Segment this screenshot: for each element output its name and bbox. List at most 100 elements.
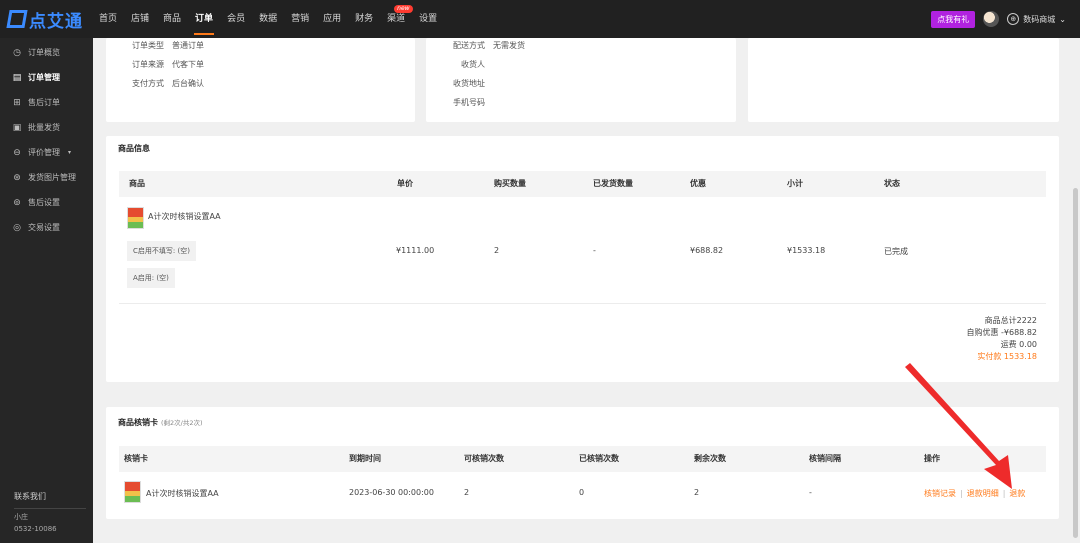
order-info-card-left: 订单类型 普通订单 订单来源 代客下单 支付方式 后台确认 bbox=[106, 38, 415, 122]
contact-title: 联系我们 bbox=[14, 486, 86, 509]
card-interval: - bbox=[809, 488, 812, 497]
nav-store[interactable]: 店铺 bbox=[124, 0, 156, 38]
product-name[interactable]: A计次时核销设置AA bbox=[148, 211, 221, 222]
sidebar-item-label: 评价管理 bbox=[28, 148, 60, 157]
goods-col-discount: 优惠 bbox=[690, 179, 706, 188]
nav-goods[interactable]: 商品 bbox=[156, 0, 188, 38]
card-col-available: 可核销次数 bbox=[464, 454, 504, 463]
card-name: A计次时核销设置AA bbox=[146, 489, 219, 498]
nav-marketing[interactable]: 营销 bbox=[284, 0, 316, 38]
sidebar-item-label: 交易设置 bbox=[28, 223, 60, 232]
order-source-value: 代客下单 bbox=[172, 60, 204, 69]
summary-freight: 运费 0.00 bbox=[1000, 340, 1037, 349]
sidebar-item-ship-images[interactable]: ⊛ 发货图片管理 bbox=[0, 165, 93, 190]
address-label: 收货地址 bbox=[453, 79, 485, 88]
sidebar-item-aftersale-settings[interactable]: ⊚ 售后设置 bbox=[0, 190, 93, 215]
avatar[interactable] bbox=[983, 11, 1000, 27]
goods-col-subtotal: 小计 bbox=[787, 179, 803, 188]
product-subtotal: ¥1533.18 bbox=[787, 246, 826, 255]
separator: | bbox=[960, 489, 963, 498]
refund-detail-link[interactable]: 退款明细 bbox=[967, 489, 999, 498]
card-col-remaining: 剩余次数 bbox=[694, 454, 726, 463]
goods-col-price: 单价 bbox=[397, 179, 413, 188]
nav-members[interactable]: 会员 bbox=[220, 0, 252, 38]
brand-name: 点艾通 bbox=[29, 11, 83, 32]
card-thumbnail bbox=[124, 481, 141, 503]
sidebar-item-batch-ship[interactable]: ▣ 批量发货 bbox=[0, 115, 93, 140]
verification-card: 商品核销卡 (剩2次/共2次) 核销卡 到期时间 可核销次数 已核销次数 剩余次数… bbox=[106, 407, 1059, 519]
box-icon: ▣ bbox=[12, 122, 22, 133]
card-expire: 2023-06-30 00:00:00 bbox=[349, 488, 434, 497]
order-type-value: 普通订单 bbox=[172, 41, 204, 50]
product-price: ¥1111.00 bbox=[396, 246, 435, 255]
delivery-method-value: 无需发货 bbox=[493, 41, 525, 50]
product-status: 已完成 bbox=[884, 247, 908, 256]
nav-orders[interactable]: 订单 bbox=[188, 0, 220, 38]
main-content: 订单类型 普通订单 订单来源 代客下单 支付方式 后台确认 配送方式 无需发货 收货人 … bbox=[93, 38, 1080, 543]
goods-table-header: 商品 单价 购买数量 已发货数量 优惠 小计 状态 bbox=[119, 171, 1046, 197]
content-scrollbar[interactable] bbox=[1073, 188, 1078, 538]
card-remaining: 2 bbox=[694, 488, 700, 497]
sidebar-item-order-overview[interactable]: ◷ 订单概览 bbox=[0, 40, 93, 65]
order-source-row: 订单来源 代客下单 bbox=[132, 59, 204, 70]
address-row: 收货地址 bbox=[453, 78, 493, 89]
card-col-used: 已核销次数 bbox=[579, 454, 619, 463]
order-source-label: 订单来源 bbox=[132, 60, 164, 69]
sidebar-item-trade-settings[interactable]: ◎ 交易设置 bbox=[0, 215, 93, 240]
goods-col-qty: 购买数量 bbox=[494, 179, 526, 188]
brand-logo[interactable]: 点艾通 bbox=[0, 0, 92, 38]
phone-row: 手机号码 bbox=[453, 97, 493, 108]
sidebar-item-order-manage[interactable]: ▤ 订单管理 bbox=[0, 65, 93, 90]
card-col-expire: 到期时间 bbox=[349, 454, 381, 463]
verify-records-link[interactable]: 核销记录 bbox=[924, 489, 956, 498]
sidebar-item-label: 售后设置 bbox=[28, 198, 60, 207]
verification-subtitle: (剩2次/共2次) bbox=[161, 419, 203, 427]
sidebar-item-label: 订单概览 bbox=[28, 48, 60, 57]
receiver-row: 收货人 bbox=[461, 59, 493, 70]
document-icon: ▤ bbox=[12, 72, 22, 83]
nav-channel[interactable]: 渠道 new bbox=[380, 0, 413, 38]
product-thumbnail bbox=[127, 207, 144, 229]
card-col-name: 核销卡 bbox=[124, 454, 148, 463]
summary-total: 商品总计2222 bbox=[984, 316, 1037, 325]
nav-data[interactable]: 数据 bbox=[252, 0, 284, 38]
goods-col-status: 状态 bbox=[884, 179, 900, 188]
contact-name: 小庄 bbox=[14, 513, 28, 521]
card-actions: 核销记录 | 退款明细 | 退款 bbox=[924, 488, 1025, 499]
sidebar-item-label: 发货图片管理 bbox=[28, 173, 76, 182]
nav-settings[interactable]: 设置 bbox=[412, 0, 444, 38]
settings-icon: ⊚ bbox=[13, 197, 21, 208]
image-icon: ⊛ bbox=[13, 172, 21, 183]
nav-home[interactable]: 首页 bbox=[92, 0, 124, 38]
chevron-down-icon: ⌄ bbox=[1059, 14, 1066, 24]
sidebar-item-reviews[interactable]: ⊖ 评价管理 ▾ bbox=[0, 140, 93, 165]
order-type-row: 订单类型 普通订单 bbox=[132, 40, 204, 51]
goods-divider bbox=[119, 303, 1046, 304]
verification-table-header: 核销卡 到期时间 可核销次数 已核销次数 剩余次数 核销间隔 操作 bbox=[119, 446, 1046, 472]
contact-block: 联系我们 小庄 0532-10086 bbox=[0, 486, 93, 533]
card-col-ops: 操作 bbox=[924, 454, 940, 463]
store-name: 数码商城 bbox=[1023, 14, 1056, 24]
nav-apps[interactable]: 应用 bbox=[316, 0, 348, 38]
card-used: 0 bbox=[579, 488, 585, 497]
goods-col-product: 商品 bbox=[129, 179, 145, 188]
main-nav: 首页 店铺 商品 订单 会员 数据 营销 应用 财务 渠道 new 设置 bbox=[92, 0, 444, 38]
store-icon: ⊕ bbox=[1007, 13, 1020, 25]
refund-link[interactable]: 退款 bbox=[1009, 489, 1025, 498]
order-info-card-right bbox=[748, 38, 1059, 122]
new-badge: new bbox=[394, 5, 413, 13]
nav-finance[interactable]: 财务 bbox=[348, 0, 380, 38]
top-navbar: 点艾通 首页 店铺 商品 订单 会员 数据 营销 应用 财务 渠道 new 设置… bbox=[0, 0, 1080, 38]
gear-icon: ◎ bbox=[13, 222, 21, 233]
pay-method-row: 支付方式 后台确认 bbox=[132, 78, 204, 89]
top-right-area: 点我有礼 ⊕ 数码商城 ⌄ bbox=[931, 0, 1066, 38]
goods-section-title: 商品信息 bbox=[118, 144, 150, 153]
sidebar-item-aftersale-orders[interactable]: ⊞ 售后订单 bbox=[0, 90, 93, 115]
product-shipped: - bbox=[593, 246, 596, 255]
product-attr-tag-a: A启用: (空) bbox=[127, 268, 175, 288]
delivery-method-label: 配送方式 bbox=[453, 41, 485, 50]
logo-mark-icon bbox=[6, 10, 28, 28]
store-switcher[interactable]: ⊕ 数码商城 ⌄ bbox=[1007, 13, 1066, 25]
card-col-interval: 核销间隔 bbox=[809, 454, 841, 463]
gift-button[interactable]: 点我有礼 bbox=[931, 10, 976, 28]
